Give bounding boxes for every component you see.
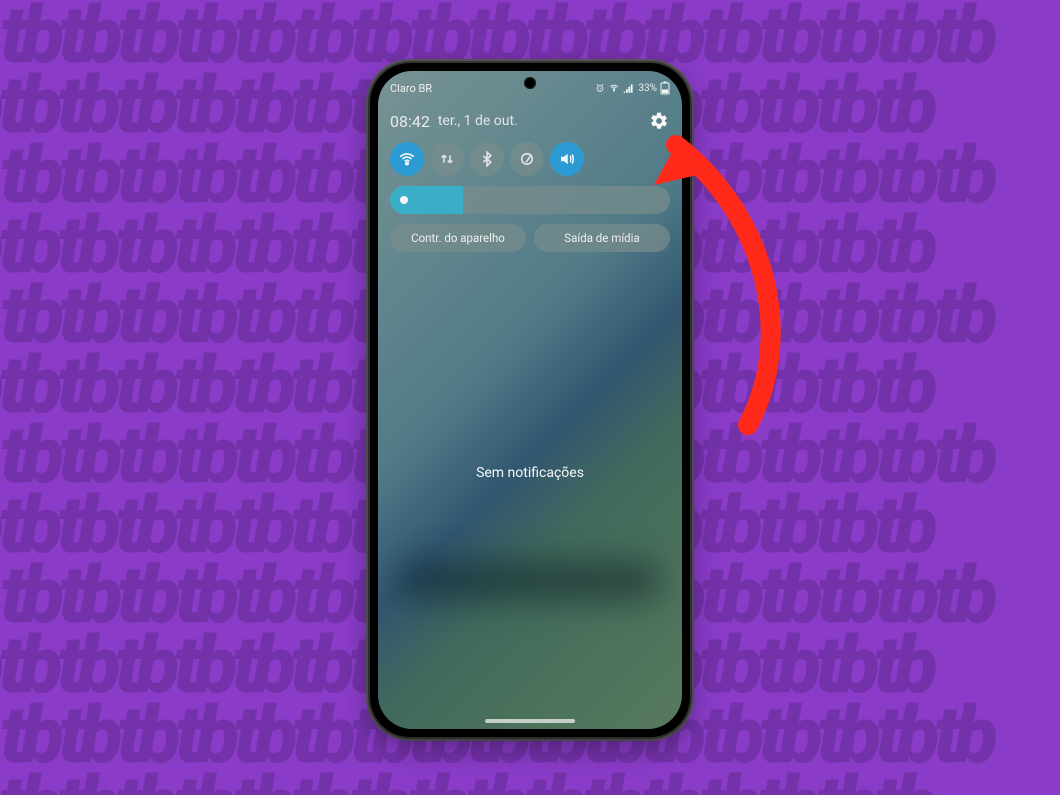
brightness-sun-icon (400, 196, 408, 204)
carrier-label: Claro BR (390, 82, 432, 95)
bluetooth-icon (478, 150, 496, 168)
media-output-button[interactable]: Saída de mídia (534, 224, 670, 252)
front-camera (524, 77, 536, 89)
settings-button[interactable] (648, 110, 670, 132)
no-notifications-label: Sem notificações (378, 465, 682, 481)
mobile-data-toggle[interactable] (430, 142, 464, 176)
panel-header: 08:42 ter., 1 de out. (390, 104, 670, 138)
auto-rotate-toggle[interactable] (510, 142, 544, 176)
sound-icon (558, 150, 576, 168)
wifi-toggle[interactable] (390, 142, 424, 176)
quick-toggles (390, 142, 670, 176)
panel-time: 08:42 (390, 112, 430, 131)
panel-date: ter., 1 de out. (438, 113, 518, 129)
tutorial-image: tbtbtbtbtbtbtbtbtbtbtbtbtbtbtbtbtb tbtbt… (0, 0, 1060, 795)
battery-icon (660, 81, 670, 95)
bluetooth-toggle[interactable] (470, 142, 504, 176)
device-control-button[interactable]: Contr. do aparelho (390, 224, 526, 252)
wifi-status-icon (608, 83, 620, 93)
sound-toggle[interactable] (550, 142, 584, 176)
quick-settings-panel: 08:42 ter., 1 de out. (378, 99, 682, 252)
battery-percent: 33% (638, 83, 657, 94)
wifi-icon (398, 150, 416, 168)
auto-rotate-icon (518, 150, 536, 168)
dock-shadow (398, 561, 662, 601)
nav-handle[interactable] (485, 719, 575, 723)
status-right: 33% (595, 81, 670, 95)
phone-screen: Claro BR 33% 08:42 ter., 1 de out. (378, 71, 682, 729)
brightness-slider[interactable] (390, 186, 670, 214)
panel-pills: Contr. do aparelho Saída de mídia (390, 224, 670, 252)
gear-icon (649, 111, 669, 131)
phone-frame: Claro BR 33% 08:42 ter., 1 de out. (370, 63, 690, 737)
signal-icon (623, 83, 635, 93)
data-arrows-icon (438, 150, 456, 168)
alarm-icon (595, 83, 605, 93)
